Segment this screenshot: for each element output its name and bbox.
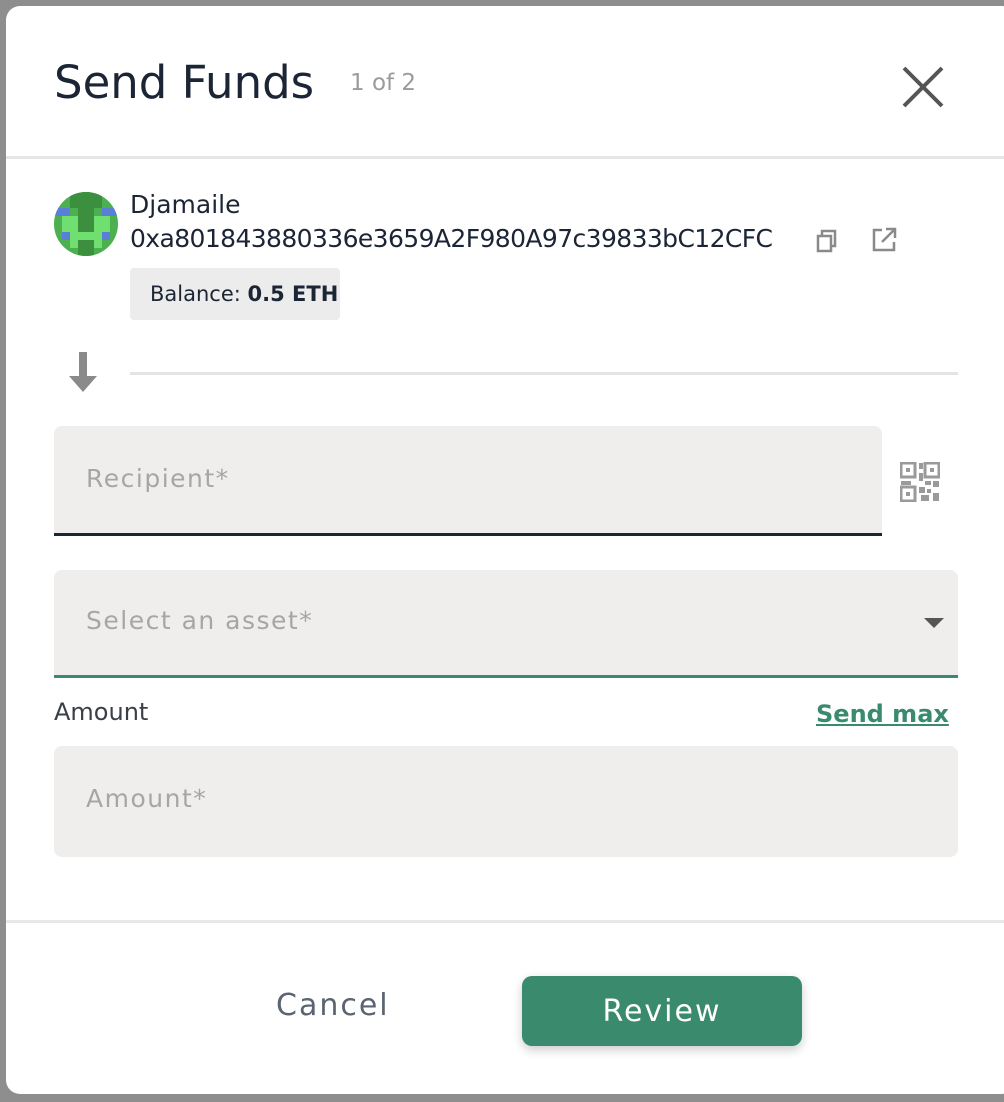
external-link-icon[interactable] (870, 226, 898, 254)
arrow-down-icon (69, 352, 97, 392)
modal-header: Send Funds 1 of 2 (6, 6, 1004, 158)
balance-label: Balance: (150, 282, 241, 306)
recipient-input[interactable]: Recipient* (54, 426, 882, 536)
footer-divider (6, 920, 1004, 923)
header-divider (6, 156, 1004, 159)
account-address: 0xa801843880336e3659A2F980A97c39833bC12C… (130, 224, 773, 253)
recipient-placeholder: Recipient* (86, 464, 230, 493)
send-funds-modal: Send Funds 1 of 2 Djamaile 0xa8018438803… (6, 6, 1004, 1094)
account-name: Djamaile (130, 190, 241, 219)
balance-value: 0.5 ETH (247, 282, 339, 306)
modal-title: Send Funds (54, 56, 315, 109)
asset-placeholder: Select an asset* (86, 606, 314, 635)
account-avatar (54, 192, 118, 256)
amount-label: Amount (54, 698, 149, 726)
review-button[interactable]: Review (522, 976, 802, 1046)
balance-badge: Balance: 0.5 ETH (130, 268, 340, 320)
close-icon[interactable] (898, 62, 948, 112)
section-divider (130, 372, 958, 375)
step-indicator: 1 of 2 (350, 70, 417, 96)
chevron-down-icon (924, 618, 944, 628)
amount-placeholder: Amount* (86, 784, 208, 813)
qr-code-icon[interactable] (900, 462, 940, 502)
asset-select[interactable]: Select an asset* (54, 570, 958, 678)
amount-input[interactable]: Amount* (54, 746, 958, 857)
send-max-link[interactable]: Send max (816, 700, 949, 728)
cancel-button[interactable]: Cancel (276, 988, 390, 1023)
copy-icon[interactable] (814, 228, 840, 254)
